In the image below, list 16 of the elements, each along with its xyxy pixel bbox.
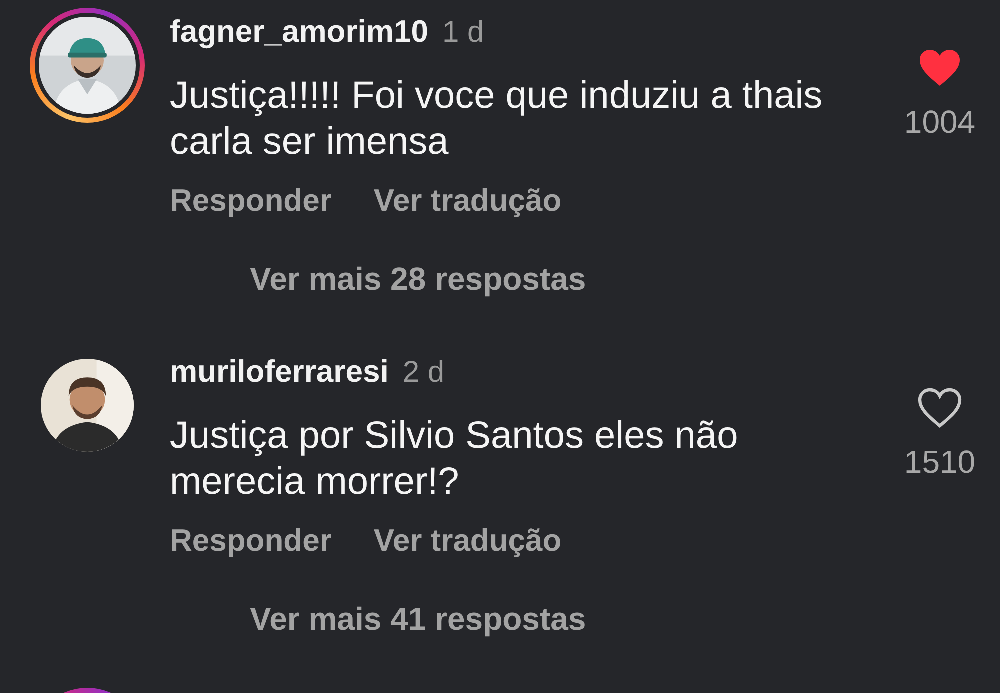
like-count: 1004 bbox=[904, 104, 976, 140]
username[interactable]: muriloferraresi bbox=[170, 354, 389, 390]
like-button[interactable] bbox=[918, 388, 962, 428]
timestamp: 1 d bbox=[442, 15, 484, 51]
like-button[interactable] bbox=[918, 48, 962, 88]
action-link[interactable]: Ver tradução bbox=[374, 523, 562, 559]
action-link[interactable]: Responder bbox=[170, 183, 332, 219]
timestamp: 2 d bbox=[402, 355, 445, 391]
username[interactable]: fagner_amorim10 bbox=[170, 14, 428, 50]
view-replies-link[interactable]: Ver mais 28 respostas bbox=[250, 261, 586, 297]
action-link[interactable]: Ver tradução bbox=[374, 183, 562, 219]
view-replies-link[interactable]: Ver mais 41 respostas bbox=[250, 601, 586, 637]
comment-text: Justiça por Silvio Santos eles não merecia morrer!? bbox=[170, 414, 740, 505]
action-link[interactable]: Responder bbox=[170, 523, 332, 559]
comment-text: Justiça!!!!! Foi voce que induziu a thais carla ser imensa bbox=[170, 74, 824, 165]
like-count: 1510 bbox=[904, 444, 976, 480]
